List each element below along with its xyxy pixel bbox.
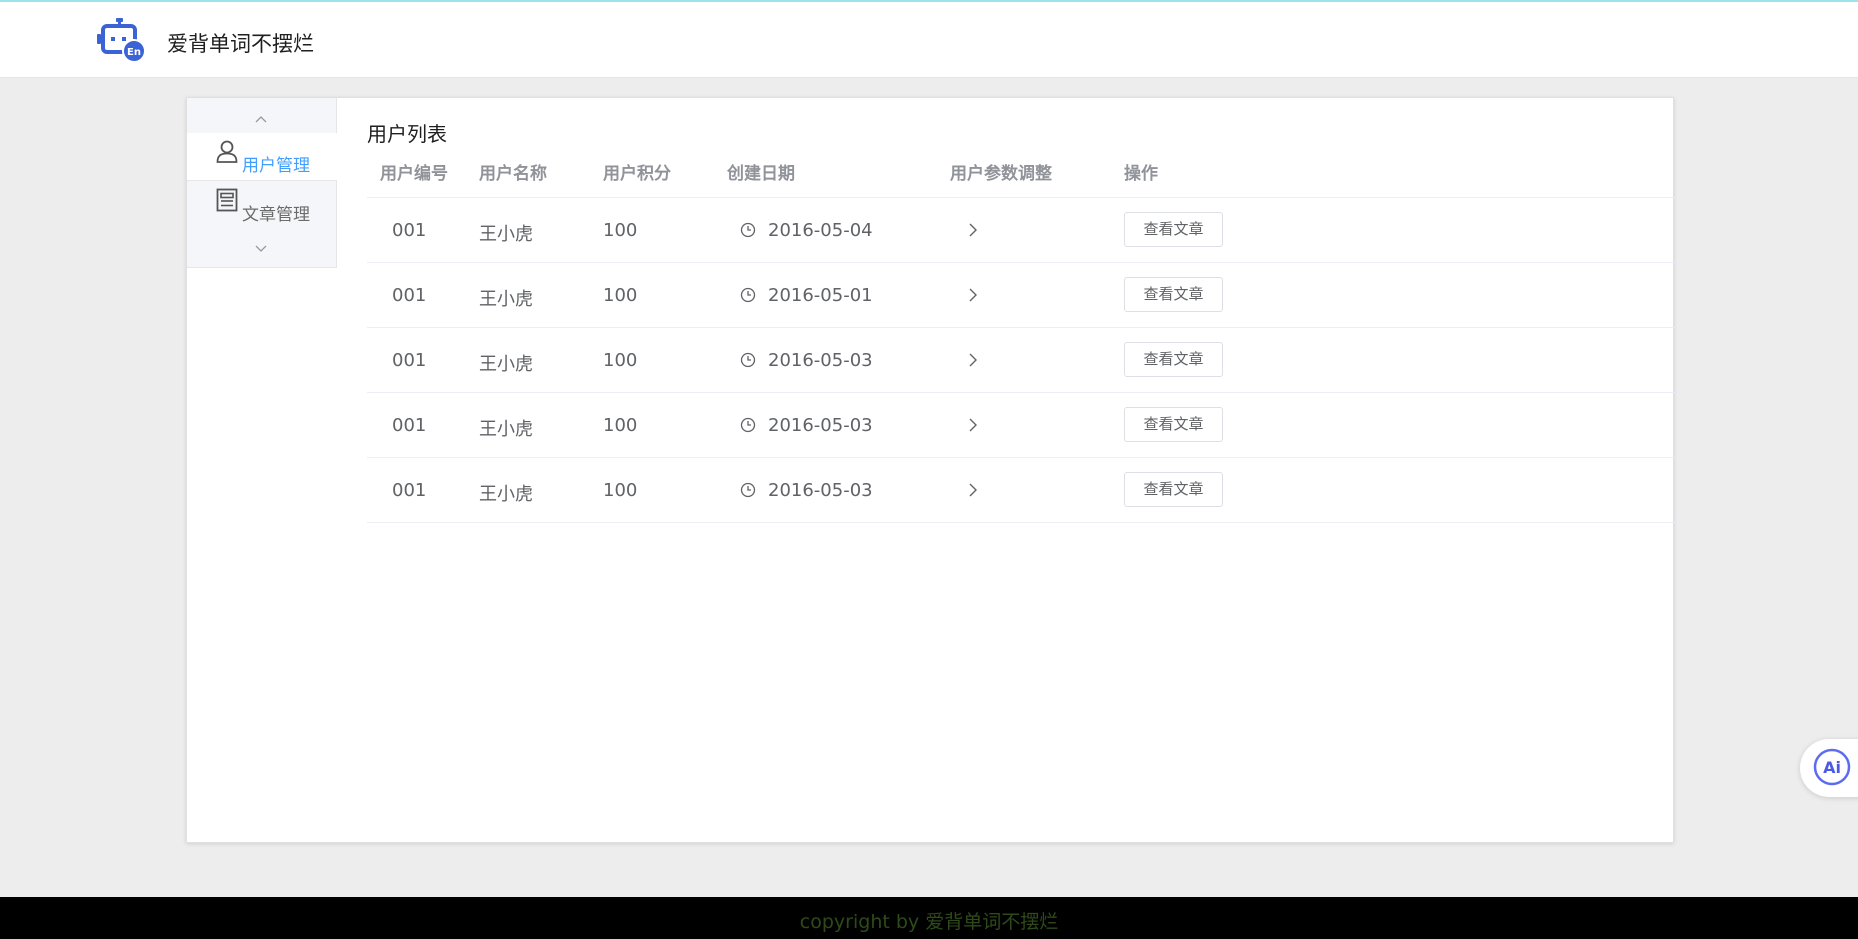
column-header-name: 用户名称 <box>479 164 547 184</box>
clock-icon <box>740 482 756 498</box>
cell-user-id: 001 <box>392 415 427 436</box>
sidebar-item-label: 文章管理 <box>242 205 310 225</box>
cell-user-name: 王小虎 <box>479 354 533 375</box>
cell-user-name: 王小虎 <box>479 224 533 245</box>
clock-icon <box>740 287 756 303</box>
expand-params-chevron-icon[interactable] <box>967 416 979 434</box>
cell-created-date: 2016-05-04 <box>768 220 873 241</box>
app-title: 爱背单词不摆烂 <box>167 32 314 56</box>
cell-user-points: 100 <box>603 220 638 241</box>
view-articles-button[interactable]: 查看文章 <box>1124 407 1223 442</box>
cell-user-points: 100 <box>603 285 638 306</box>
copyright-text: copyright by 爱背单词不摆烂 <box>799 911 1059 933</box>
cell-created-date: 2016-05-03 <box>768 350 873 371</box>
sidebar-item-user-management[interactable]: 用户管理 <box>187 133 337 181</box>
user-icon <box>216 139 238 163</box>
column-header-date: 创建日期 <box>727 164 795 184</box>
view-articles-button[interactable]: 查看文章 <box>1124 472 1223 507</box>
clock-icon <box>740 352 756 368</box>
sidebar-menu: 用户管理 文章管理 <box>187 98 337 268</box>
content-card: 用户管理 文章管理 用户列表 用户编号 用户名称 用户积分 创建日期 用户参数调… <box>186 97 1675 843</box>
view-articles-button[interactable]: 查看文章 <box>1124 342 1223 377</box>
scroll-up-chevron-icon[interactable] <box>253 112 269 124</box>
sidebar-item-article-management[interactable]: 文章管理 <box>187 182 337 230</box>
cell-created-date: 2016-05-03 <box>768 480 873 501</box>
expand-params-chevron-icon[interactable] <box>967 351 979 369</box>
expand-params-chevron-icon[interactable] <box>967 286 979 304</box>
expand-params-chevron-icon[interactable] <box>967 221 979 239</box>
table-row: 001 王小虎 100 2016-05-01 查看文章 <box>367 263 1675 328</box>
sidebar-item-label: 用户管理 <box>242 156 310 176</box>
cell-user-id: 001 <box>392 285 427 306</box>
app-header: En 爱背单词不摆烂 <box>0 2 1858 78</box>
footer: copyright by 爱背单词不摆烂 <box>0 897 1858 939</box>
column-header-params: 用户参数调整 <box>950 164 1052 184</box>
expand-params-chevron-icon[interactable] <box>967 481 979 499</box>
cell-user-points: 100 <box>603 350 638 371</box>
cell-user-name: 王小虎 <box>479 484 533 505</box>
table-row: 001 王小虎 100 2016-05-03 查看文章 <box>367 393 1675 458</box>
table-header: 用户编号 用户名称 用户积分 创建日期 用户参数调整 操作 <box>367 148 1675 198</box>
cell-user-id: 001 <box>392 220 427 241</box>
table-row: 001 王小虎 100 2016-05-03 查看文章 <box>367 458 1675 523</box>
cell-created-date: 2016-05-01 <box>768 285 873 306</box>
table-row: 001 王小虎 100 2016-05-03 查看文章 <box>367 328 1675 393</box>
svg-text:En: En <box>127 47 141 58</box>
table-row: 001 王小虎 100 2016-05-04 查看文章 <box>367 198 1675 263</box>
cell-user-id: 001 <box>392 480 427 501</box>
ai-assistant-button[interactable]: Ai <box>1800 739 1858 797</box>
page-title: 用户列表 <box>367 122 447 146</box>
cell-user-id: 001 <box>392 350 427 371</box>
cell-user-name: 王小虎 <box>479 419 533 440</box>
column-header-points: 用户积分 <box>603 164 671 184</box>
view-articles-button[interactable]: 查看文章 <box>1124 277 1223 312</box>
robot-logo-icon: En <box>97 18 147 64</box>
ai-button-label: Ai <box>1823 758 1841 777</box>
column-header-actions: 操作 <box>1124 164 1158 184</box>
clock-icon <box>740 222 756 238</box>
clock-icon <box>740 417 756 433</box>
user-table: 用户编号 用户名称 用户积分 创建日期 用户参数调整 操作 001 王小虎 10… <box>367 148 1675 523</box>
cell-user-points: 100 <box>603 415 638 436</box>
article-icon <box>216 188 238 212</box>
cell-created-date: 2016-05-03 <box>768 415 873 436</box>
column-header-id: 用户编号 <box>380 164 448 184</box>
cell-user-name: 王小虎 <box>479 289 533 310</box>
cell-user-points: 100 <box>603 480 638 501</box>
scroll-down-chevron-icon[interactable] <box>253 242 269 254</box>
view-articles-button[interactable]: 查看文章 <box>1124 212 1223 247</box>
